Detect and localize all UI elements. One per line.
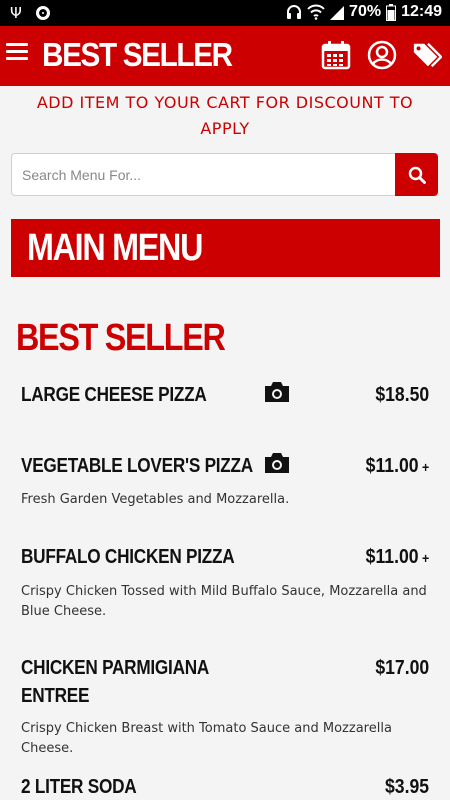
menu-icon[interactable] — [6, 43, 28, 61]
record-icon — [35, 6, 50, 20]
usb-icon: Ψ — [10, 4, 22, 22]
item-price: $18.50 — [375, 381, 429, 409]
status-bar: Ψ 70% 12:49 — [0, 0, 450, 26]
item-price: $3.95 — [385, 773, 429, 800]
item-price: $11.00 + — [365, 452, 429, 481]
search-bar — [11, 153, 438, 196]
calendar-icon[interactable] — [321, 40, 351, 70]
camera-icon[interactable] — [263, 451, 291, 475]
battery-percent: 70% — [349, 3, 382, 20]
app-bar: BEST SELLER — [0, 26, 450, 86]
add-option-plus: + — [421, 459, 429, 475]
category-title: BEST SELLER — [16, 317, 226, 359]
item-price: $11.00 + — [365, 543, 429, 572]
item-name: VEGETABLE LOVER'S PIZZA — [21, 455, 253, 477]
main-menu-label: MAIN MENU — [27, 227, 203, 269]
cell-signal-icon — [330, 6, 345, 20]
wifi-icon — [307, 4, 325, 20]
search-button[interactable] — [395, 153, 438, 196]
search-icon — [408, 166, 426, 184]
user-icon[interactable] — [367, 40, 397, 70]
menu-item[interactable]: CHICKEN PARMIGIANA ENTREE $17.00 Crispy … — [0, 652, 450, 756]
item-price-value: $18.50 — [375, 384, 429, 406]
add-option-plus: + — [421, 550, 429, 566]
item-name: BUFFALO CHICKEN PIZZA — [21, 546, 235, 568]
clock: 12:49 — [401, 3, 442, 20]
item-description: Fresh Garden Vegetables and Mozzarella. — [21, 492, 290, 507]
item-price: $17.00 — [375, 654, 429, 682]
item-name: CHICKEN PARMIGIANA ENTREE — [21, 657, 209, 707]
search-input[interactable] — [11, 153, 395, 196]
item-name: 2 LITER SODA — [21, 776, 137, 798]
tags-icon[interactable] — [412, 40, 442, 70]
item-description: Crispy Chicken Breast with Tomato Sauce … — [21, 721, 392, 756]
item-name: LARGE CHEESE PIZZA — [21, 384, 207, 406]
battery-icon — [386, 3, 397, 21]
item-price-value: $17.00 — [375, 657, 429, 679]
main-menu-banner[interactable]: MAIN MENU — [11, 219, 440, 277]
menu-item[interactable]: LARGE CHEESE PIZZA $18.50 — [0, 376, 450, 436]
item-price-value: $3.95 — [384, 776, 429, 798]
menu-item[interactable]: VEGETABLE LOVER'S PIZZA $11.00 + Fresh Ga… — [0, 448, 450, 518]
item-price-value: $11.00 — [365, 546, 419, 568]
menu-item[interactable]: BUFFALO CHICKEN PIZZA $11.00 + Crispy Chi… — [0, 540, 450, 630]
item-price-value: $11.00 — [365, 455, 419, 477]
item-description: Crispy Chicken Tossed with Mild Buffalo … — [21, 584, 427, 619]
camera-icon[interactable] — [263, 380, 291, 404]
headset-icon — [287, 5, 302, 19]
app-title: BEST SELLER — [42, 36, 233, 73]
menu-item[interactable]: 2 LITER SODA $3.95 — [0, 770, 450, 800]
promo-message: ADD ITEM TO YOUR CART FOR DISCOUNT TO AP… — [36, 93, 414, 138]
